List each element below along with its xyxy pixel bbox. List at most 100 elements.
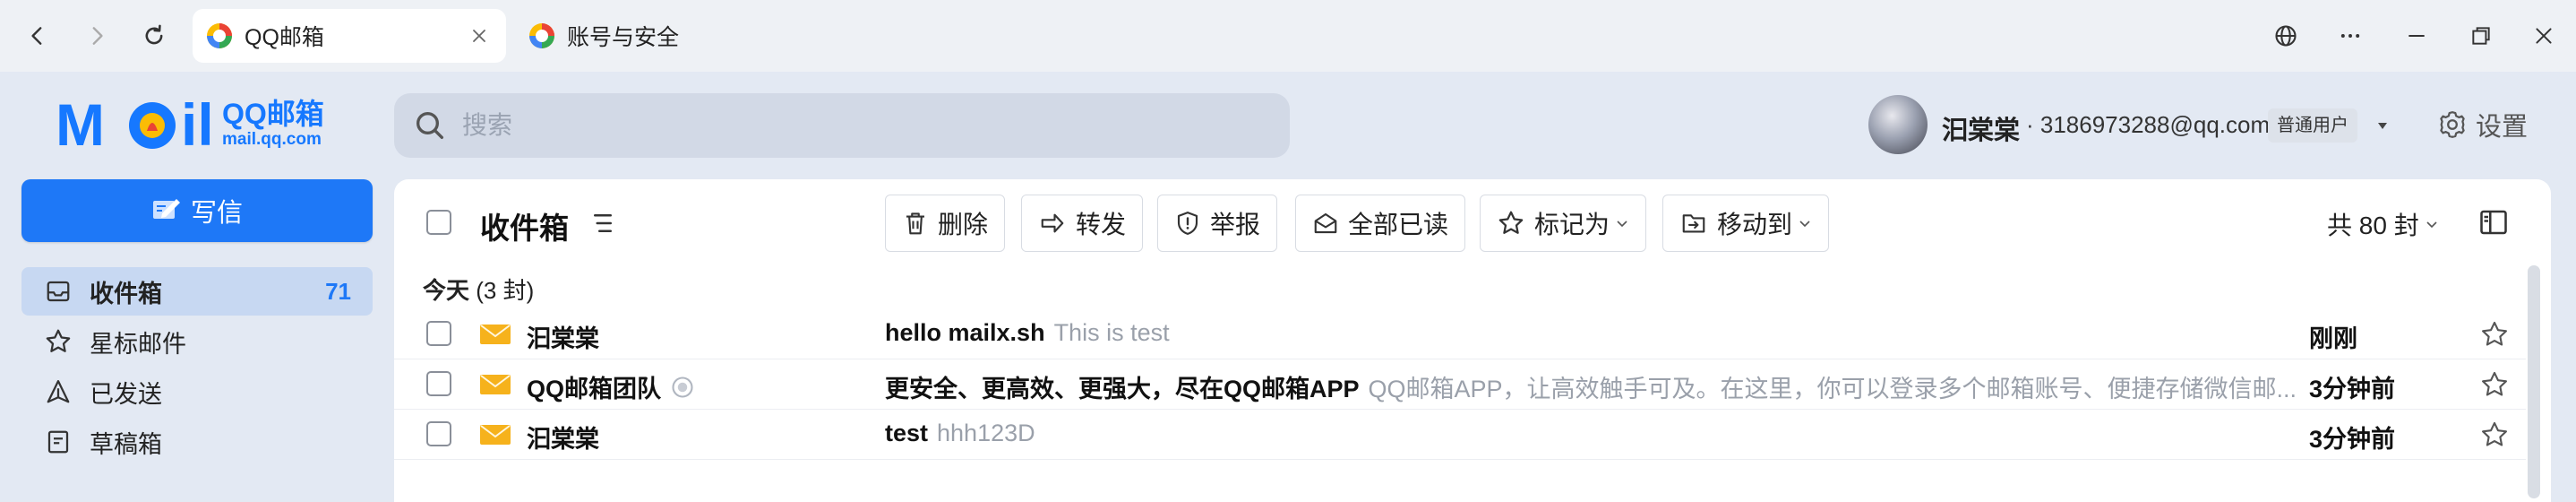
list-menu-icon[interactable] — [589, 210, 616, 237]
move-to-dropdown[interactable]: 移动到 — [1662, 195, 1830, 252]
search-icon — [416, 112, 443, 139]
email-row[interactable]: 汩棠棠 test hhh123D 3分钟前 — [394, 409, 2526, 460]
email-subject: test hhh123D — [885, 420, 1035, 446]
email-preview: This is test — [1053, 319, 1170, 346]
mark-all-read-button[interactable]: 全部已读 — [1295, 195, 1466, 252]
chevron-down-icon — [1799, 221, 1810, 228]
open-envelope-icon — [1314, 212, 1337, 234]
unread-envelope-icon — [480, 375, 511, 394]
unread-envelope-icon — [480, 425, 511, 445]
minimize-button[interactable] — [2397, 16, 2436, 56]
send-icon — [43, 376, 73, 407]
star-toggle-icon[interactable] — [2479, 369, 2510, 400]
row-checkbox[interactable] — [426, 421, 451, 446]
sidebar-item-sent[interactable]: 已发送 — [21, 368, 373, 416]
date-group-header: 今天 (3 封) — [423, 273, 534, 306]
forward-icon — [1041, 213, 1064, 233]
reading-pane-toggle-icon[interactable] — [2477, 206, 2510, 238]
trash-icon — [906, 212, 924, 235]
compose-icon — [152, 199, 180, 219]
delete-button[interactable]: 删除 — [885, 195, 1006, 252]
report-button[interactable]: 举报 — [1157, 195, 1278, 252]
star-toggle-icon[interactable] — [2479, 319, 2510, 350]
scrollbar[interactable] — [2528, 265, 2540, 498]
browser-chrome: QQ邮箱 账号与安全 — [0, 0, 2576, 72]
inbox-icon — [43, 276, 73, 307]
restore-button[interactable] — [2461, 16, 2501, 56]
email-preview: hhh123D — [937, 420, 1035, 446]
row-checkbox[interactable] — [426, 321, 451, 346]
email-subject: 更安全、更高效、更强大，尽在QQ邮箱APP QQ邮箱APP，让高效触手可及。在这里… — [885, 376, 2297, 402]
mail-total: 共 80 封 — [2327, 212, 2419, 239]
forward-button[interactable] — [77, 16, 116, 56]
settings-label: 设置 — [2476, 113, 2529, 142]
account-dropdown-caret-icon[interactable] — [2375, 118, 2390, 133]
mail-list-panel: 收件箱 删除 转发 举报 全部已读 标记为 移动到 共 80 封 今天 (3 封… — [394, 179, 2551, 502]
sidebar-item-starred[interactable]: 星标邮件 — [21, 317, 373, 366]
date-group-label: 今天 — [423, 277, 470, 304]
sidebar-item-inbox[interactable]: 收件箱 71 — [21, 267, 373, 316]
mark-as-dropdown[interactable]: 标记为 — [1480, 195, 1647, 252]
folder-move-icon — [1682, 214, 1705, 233]
row-checkbox[interactable] — [426, 371, 451, 396]
user-name[interactable]: 汩棠棠 — [1942, 109, 2020, 147]
sidebar-item-label: 已发送 — [90, 380, 162, 408]
email-preview: QQ邮箱APP，让高效触手可及。在这里，你可以登录多个邮箱账号、便捷存储微信邮.… — [1368, 376, 2297, 402]
sidebar-item-label: 草稿箱 — [90, 430, 162, 458]
qq-mail-favicon-icon — [207, 23, 232, 48]
svg-text:il: il — [181, 93, 214, 156]
email-row[interactable]: 汩棠棠 hello mailx.sh This is test 刚刚 — [394, 308, 2526, 359]
back-arrow-icon — [31, 27, 42, 45]
forward-mail-button[interactable]: 转发 — [1021, 195, 1144, 252]
email-time: 3分钟前 — [2309, 376, 2396, 402]
mark-all-read-label: 全部已读 — [1348, 211, 1449, 238]
settings-button[interactable]: 设置 — [2436, 106, 2528, 143]
email-subject: hello mailx.sh This is test — [885, 319, 1170, 346]
draft-icon — [43, 427, 73, 457]
tab-account-security[interactable]: 账号与安全 — [515, 9, 802, 63]
email-time: 3分钟前 — [2309, 426, 2396, 453]
close-icon — [2536, 28, 2552, 44]
minimize-icon — [2409, 35, 2425, 37]
forward-label: 转发 — [1076, 211, 1127, 238]
chevron-down-icon — [1617, 221, 1627, 228]
email-row[interactable]: QQ邮箱团队 更安全、更高效、更强大，尽在QQ邮箱APP QQ邮箱APP，让高效触… — [394, 359, 2526, 410]
qq-favicon-icon — [529, 23, 554, 48]
back-button[interactable] — [18, 16, 57, 56]
close-icon — [473, 30, 485, 42]
move-to-label: 移动到 — [1717, 211, 1793, 238]
gear-icon — [2440, 111, 2465, 138]
tab-label: 账号与安全 — [567, 25, 680, 50]
logo-text: QQ邮箱 — [222, 98, 324, 130]
sidebar-item-label: 星标邮件 — [90, 330, 186, 358]
user-email: · 3186973288@qq.com — [2026, 111, 2271, 138]
search-bar[interactable] — [394, 93, 1290, 158]
globe-icon — [2275, 25, 2297, 47]
reload-button[interactable] — [134, 16, 174, 56]
mail-total-dropdown[interactable]: 共 80 封 — [2327, 206, 2439, 242]
select-all-checkbox[interactable] — [426, 210, 451, 235]
mark-as-label: 标记为 — [1534, 211, 1610, 238]
sidebar-item-drafts[interactable]: 草稿箱 — [21, 418, 373, 466]
tab-close-button[interactable] — [465, 22, 494, 50]
search-input[interactable] — [460, 110, 1252, 141]
user-badge: 普通用户 — [2268, 108, 2357, 143]
chevron-down-icon — [2426, 221, 2437, 229]
reload-icon — [145, 24, 163, 45]
restore-icon — [2472, 27, 2490, 45]
email-sender: QQ邮箱团队 — [527, 369, 695, 404]
tab-qq-mail[interactable]: QQ邮箱 — [193, 9, 506, 63]
avatar[interactable] — [1868, 95, 1928, 154]
window-close-button[interactable] — [2524, 16, 2563, 56]
compose-button[interactable]: 写信 — [21, 179, 373, 242]
site-info-button[interactable] — [2266, 16, 2306, 56]
date-group-count: (3 封) — [476, 277, 535, 304]
compose-label: 写信 — [190, 199, 243, 228]
email-time: 刚刚 — [2309, 325, 2357, 352]
forward-arrow-icon — [92, 27, 103, 45]
star-toggle-icon[interactable] — [2479, 420, 2510, 450]
email-sender: 汩棠棠 — [527, 325, 599, 352]
shield-alert-icon — [1177, 212, 1198, 235]
more-button[interactable] — [2331, 16, 2370, 56]
unread-count: 71 — [325, 277, 351, 305]
